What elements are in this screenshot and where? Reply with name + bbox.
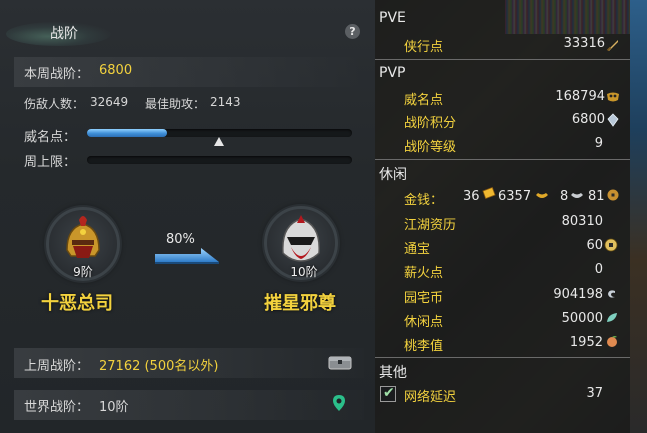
leisure-item-value: 50000 — [561, 311, 603, 326]
world-rank-label: 世界战阶： — [24, 400, 90, 415]
next-rank-level: 10阶 — [290, 265, 318, 279]
current-rank-name: 十恶总司 — [41, 293, 113, 314]
money-silver-value: 6357 — [498, 189, 532, 204]
money-copper-b-value: 81 — [588, 189, 605, 204]
weekly-cap-bar — [87, 156, 352, 164]
crystal-icon — [607, 113, 619, 127]
leisure-item-label: 园宅币 — [404, 291, 444, 306]
pvp-header: PVP — [379, 65, 406, 81]
leisure-item-label: 休闲点 — [404, 315, 444, 330]
divider — [375, 357, 630, 358]
help-icon[interactable]: ? — [345, 24, 360, 39]
kills-label: 伤敌人数： — [24, 97, 85, 111]
sword-icon — [606, 40, 618, 52]
last-week-label: 上周战阶： — [24, 359, 90, 374]
leaf-icon — [607, 313, 617, 322]
leisure-item-value: 80310 — [561, 214, 603, 229]
location-pin-icon[interactable] — [332, 394, 346, 412]
prestige-bar-fill — [87, 129, 167, 137]
prestige-marker-icon — [214, 137, 224, 146]
coin-icon — [604, 238, 618, 252]
other-header: 其他 — [379, 365, 407, 381]
pvp-item-value: 6800 — [571, 112, 605, 127]
money-gold-value: 36 — [463, 189, 480, 204]
pvp-item-label: 战阶积分 — [404, 116, 457, 131]
progress-arrow-icon — [155, 248, 219, 264]
leisure-item-label: 桃李值 — [404, 339, 444, 354]
rank-panel: 战阶 ? 本周战阶： 6800 伤敌人数： 32649 最佳助攻： 2143 威… — [0, 0, 375, 433]
leisure-item-label: 薪火点 — [404, 266, 444, 281]
pvp-item-label: 威名点 — [404, 93, 444, 108]
world-rank-value: 10阶 — [99, 400, 129, 415]
pvp-item-label: 战阶等级 — [404, 140, 457, 155]
treasure-chest-icon[interactable] — [328, 354, 352, 370]
prestige-label: 威名点： — [24, 130, 77, 145]
tab-rank[interactable]: 战阶 — [50, 23, 78, 43]
pve-header: PVE — [379, 10, 406, 26]
gold-ingot-icon — [482, 187, 496, 199]
money-copper-a-value: 8 — [560, 189, 569, 204]
divider — [375, 159, 630, 160]
pvp-item-value: 168794 — [555, 89, 605, 104]
checkmark-icon: ✔ — [383, 385, 395, 401]
next-rank-name: 摧星邪尊 — [264, 293, 336, 314]
leisure-item-value: 60 — [586, 238, 603, 253]
rank-progress-percent: 80% — [166, 232, 195, 247]
leisure-item-value: 904198 — [553, 287, 603, 302]
weekly-cap-label: 周上限： — [24, 155, 77, 170]
prestige-bar — [87, 129, 352, 137]
copper-coin-icon — [607, 189, 619, 201]
mask-icon — [607, 92, 619, 102]
weekly-rank-label: 本周战阶： — [24, 67, 90, 82]
leisure-item-label: 江湖资历 — [404, 218, 457, 233]
assist-value: 2143 — [210, 95, 241, 109]
current-rank-level: 9阶 — [73, 265, 93, 279]
spiral-coin-icon — [608, 290, 615, 298]
money-label: 金钱： — [404, 193, 444, 208]
pve-item-label: 侠行点 — [404, 40, 444, 55]
leisure-item-value: 0 — [594, 262, 603, 277]
assist-label: 最佳助攻： — [145, 97, 206, 111]
kills-value: 32649 — [90, 95, 129, 109]
network-latency-checkbox[interactable]: ✔ — [380, 385, 396, 402]
peach-icon — [607, 336, 617, 347]
currency-panel: PVE 侠行点 33316 PVP 威名点 168794 战阶积分 6800 战… — [375, 0, 647, 433]
last-week-value: 27162 (500名以外) — [99, 359, 219, 374]
gold-sycee-icon — [536, 193, 548, 198]
tab-bar: 战阶 — [0, 14, 375, 48]
pvp-item-value: 9 — [594, 136, 603, 151]
network-latency-value: 37 — [586, 386, 603, 401]
divider — [375, 59, 630, 60]
network-latency-label: 网络延迟 — [404, 390, 457, 405]
silver-sycee-icon — [571, 193, 583, 198]
leisure-item-value: 1952 — [569, 335, 603, 350]
pve-item-value: 33316 — [563, 36, 605, 51]
leisure-item-label: 通宝 — [404, 242, 431, 257]
background-strip — [630, 0, 647, 433]
leisure-header: 休闲 — [379, 167, 407, 183]
weekly-rank-value: 6800 — [99, 63, 133, 78]
